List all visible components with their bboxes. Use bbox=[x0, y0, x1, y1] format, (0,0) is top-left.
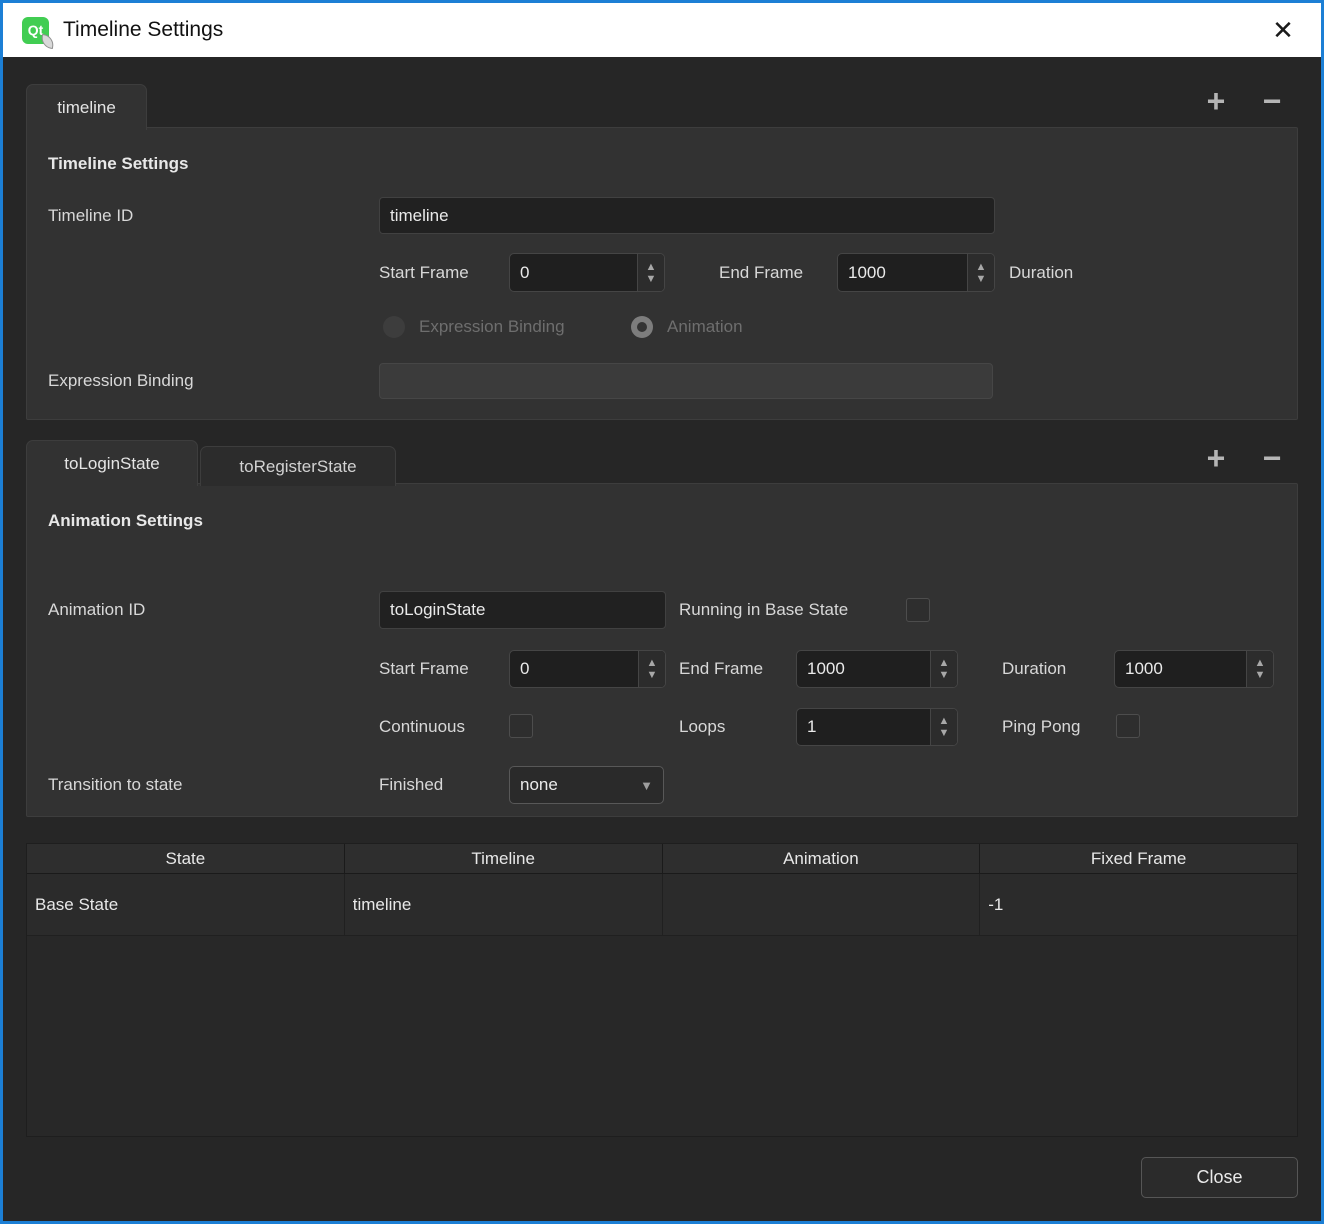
add-animation-button[interactable]: + bbox=[1199, 441, 1233, 475]
cell-state[interactable]: Base State bbox=[27, 874, 345, 935]
loops-label: Loops bbox=[679, 708, 725, 746]
cell-timeline[interactable]: timeline bbox=[345, 874, 663, 935]
timeline-id-value: timeline bbox=[390, 206, 449, 226]
timeline-settings-panel: Timeline Settings Timeline ID timeline S… bbox=[26, 127, 1298, 420]
running-in-base-state-label: Running in Base State bbox=[679, 591, 848, 629]
tab-timeline-label: timeline bbox=[57, 98, 116, 118]
anim-duration-label: Duration bbox=[1002, 650, 1066, 688]
animation-radio-label: Animation bbox=[667, 316, 743, 338]
finished-dropdown-value: none bbox=[520, 775, 640, 795]
anim-start-frame-spinner-buttons[interactable]: ▲ ▼ bbox=[638, 651, 665, 687]
anim-start-frame-value: 0 bbox=[510, 651, 638, 687]
finished-dropdown[interactable]: none ▼ bbox=[509, 766, 664, 804]
animation-id-label: Animation ID bbox=[48, 591, 145, 629]
animation-radio[interactable] bbox=[631, 316, 653, 338]
anim-duration-value: 1000 bbox=[1115, 651, 1246, 687]
spin-down-icon[interactable]: ▼ bbox=[647, 669, 658, 681]
continuous-label: Continuous bbox=[379, 708, 465, 746]
expression-binding-radio-label: Expression Binding bbox=[419, 316, 565, 338]
anim-end-frame-label: End Frame bbox=[679, 650, 763, 688]
chevron-down-icon: ▼ bbox=[640, 778, 653, 793]
expression-binding-label: Expression Binding bbox=[48, 363, 194, 399]
timeline-id-input[interactable]: timeline bbox=[379, 197, 995, 234]
spin-down-icon[interactable]: ▼ bbox=[976, 273, 987, 285]
start-frame-spinner-buttons[interactable]: ▲ ▼ bbox=[637, 254, 664, 291]
end-frame-spinbox[interactable]: 1000 ▲ ▼ bbox=[837, 253, 995, 292]
start-frame-label: Start Frame bbox=[379, 253, 469, 292]
tab-timeline[interactable]: timeline bbox=[26, 84, 147, 130]
spin-down-icon[interactable]: ▼ bbox=[939, 727, 950, 739]
loops-spinner-buttons[interactable]: ▲ ▼ bbox=[930, 709, 957, 745]
animation-id-value: toLoginState bbox=[390, 600, 485, 620]
loops-spinbox[interactable]: 1 ▲ ▼ bbox=[796, 708, 958, 746]
spin-up-icon[interactable]: ▲ bbox=[939, 715, 950, 727]
window-title: Timeline Settings bbox=[63, 18, 223, 42]
expression-binding-radio[interactable] bbox=[383, 316, 405, 338]
finished-label: Finished bbox=[379, 766, 443, 804]
spin-down-icon[interactable]: ▼ bbox=[939, 669, 950, 681]
column-header-animation[interactable]: Animation bbox=[663, 844, 981, 873]
titlebar: Qt Timeline Settings ✕ bbox=[3, 3, 1321, 57]
anim-duration-spinner-buttons[interactable]: ▲ ▼ bbox=[1246, 651, 1273, 687]
timeline-settings-dialog: Qt Timeline Settings ✕ timeline + − Time… bbox=[0, 0, 1324, 1224]
window-close-icon[interactable]: ✕ bbox=[1259, 3, 1307, 57]
expression-binding-input[interactable] bbox=[379, 363, 993, 399]
animation-settings-heading: Animation Settings bbox=[48, 511, 203, 531]
remove-animation-button[interactable]: − bbox=[1255, 441, 1289, 475]
column-header-timeline[interactable]: Timeline bbox=[345, 844, 663, 873]
ping-pong-checkbox[interactable] bbox=[1116, 714, 1140, 738]
column-header-fixed-frame[interactable]: Fixed Frame bbox=[980, 844, 1297, 873]
spin-up-icon[interactable]: ▲ bbox=[1255, 657, 1266, 669]
animation-tab-actions: + − bbox=[1199, 441, 1289, 475]
anim-duration-spinbox[interactable]: 1000 ▲ ▼ bbox=[1114, 650, 1274, 688]
tab-toregisterstate[interactable]: toRegisterState bbox=[200, 446, 396, 486]
timeline-tab-actions: + − bbox=[1199, 84, 1289, 118]
anim-end-frame-spinbox[interactable]: 1000 ▲ ▼ bbox=[796, 650, 958, 688]
close-button[interactable]: Close bbox=[1141, 1157, 1298, 1198]
anim-end-frame-value: 1000 bbox=[797, 651, 930, 687]
close-button-label: Close bbox=[1196, 1167, 1242, 1188]
anim-end-frame-spinner-buttons[interactable]: ▲ ▼ bbox=[930, 651, 957, 687]
duration-label: Duration bbox=[1009, 253, 1073, 292]
states-table-header: State Timeline Animation Fixed Frame bbox=[27, 844, 1297, 874]
tab-toregisterstate-label: toRegisterState bbox=[239, 457, 356, 477]
animation-settings-panel: Animation Settings Animation ID toLoginS… bbox=[26, 483, 1298, 817]
anim-start-frame-spinbox[interactable]: 0 ▲ ▼ bbox=[509, 650, 666, 688]
transition-to-state-label: Transition to state bbox=[48, 766, 183, 804]
remove-timeline-button[interactable]: − bbox=[1255, 84, 1289, 118]
tab-tologinstate-label: toLoginState bbox=[64, 454, 159, 474]
running-in-base-state-checkbox[interactable] bbox=[906, 598, 930, 622]
loops-value: 1 bbox=[797, 709, 930, 745]
anim-start-frame-label: Start Frame bbox=[379, 650, 469, 688]
cell-fixed-frame[interactable]: -1 bbox=[980, 874, 1297, 935]
spin-down-icon[interactable]: ▼ bbox=[1255, 669, 1266, 681]
spin-up-icon[interactable]: ▲ bbox=[646, 261, 657, 273]
end-frame-value: 1000 bbox=[838, 254, 967, 291]
ping-pong-label: Ping Pong bbox=[1002, 708, 1080, 746]
cell-animation[interactable] bbox=[663, 874, 981, 935]
timeline-settings-heading: Timeline Settings bbox=[48, 154, 188, 174]
end-frame-label: End Frame bbox=[719, 253, 803, 292]
start-frame-spinbox[interactable]: 0 ▲ ▼ bbox=[509, 253, 665, 292]
table-row[interactable]: Base State timeline -1 bbox=[27, 874, 1297, 936]
add-timeline-button[interactable]: + bbox=[1199, 84, 1233, 118]
states-table: State Timeline Animation Fixed Frame Bas… bbox=[26, 843, 1298, 1137]
start-frame-value: 0 bbox=[510, 254, 637, 291]
column-header-state[interactable]: State bbox=[27, 844, 345, 873]
end-frame-spinner-buttons[interactable]: ▲ ▼ bbox=[967, 254, 994, 291]
timeline-id-label: Timeline ID bbox=[48, 197, 133, 234]
spin-up-icon[interactable]: ▲ bbox=[939, 657, 950, 669]
spin-down-icon[interactable]: ▼ bbox=[646, 273, 657, 285]
continuous-checkbox[interactable] bbox=[509, 714, 533, 738]
animation-id-input[interactable]: toLoginState bbox=[379, 591, 666, 629]
tab-tologinstate[interactable]: toLoginState bbox=[26, 440, 198, 486]
qt-leaf-icon bbox=[40, 33, 55, 48]
spin-up-icon[interactable]: ▲ bbox=[647, 657, 658, 669]
qt-logo-icon: Qt bbox=[22, 17, 49, 44]
spin-up-icon[interactable]: ▲ bbox=[976, 261, 987, 273]
